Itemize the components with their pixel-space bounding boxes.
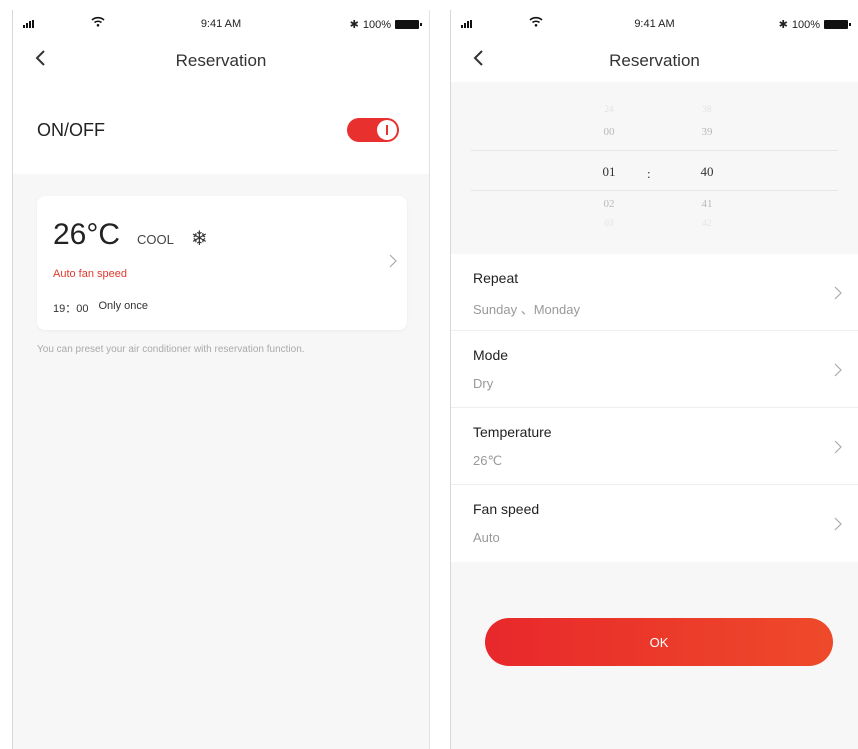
power-row: ON/OFF	[13, 82, 429, 174]
chevron-right-icon	[389, 254, 397, 273]
card-time: 19：00	[53, 303, 89, 315]
hour-option[interactable]: 24	[589, 104, 629, 114]
chevron-right-icon	[834, 286, 842, 305]
battery-icon	[395, 20, 422, 29]
settings-list: Repeat Sunday 、Monday Mode Dry Temperatu…	[451, 254, 858, 562]
setting-value: Sunday 、Monday	[473, 302, 580, 317]
power-label: ON/OFF	[37, 120, 105, 140]
repeat-row[interactable]: Repeat Sunday 、Monday	[451, 254, 858, 331]
setting-label: Fan speed	[473, 501, 540, 517]
temperature-row[interactable]: Temperature 26℃	[451, 408, 858, 485]
minute-option[interactable]: 39	[687, 126, 727, 138]
hour-option[interactable]: 03	[589, 218, 629, 228]
battery-icon	[824, 20, 851, 29]
power-toggle[interactable]	[347, 118, 399, 142]
setting-value: 26℃	[473, 453, 503, 468]
reservation-card[interactable]: 26°C COOL ❄ Auto fan speed 19：00 Only on…	[37, 196, 407, 330]
reservation-hint: You can preset your air conditioner with…	[37, 344, 305, 355]
setting-value: Dry	[473, 376, 494, 391]
setting-label: Temperature	[473, 424, 552, 440]
battery-percent: 100%	[362, 18, 391, 31]
ok-button[interactable]: OK	[485, 618, 833, 666]
mode-row[interactable]: Mode Dry	[451, 331, 858, 408]
picker-divider	[471, 150, 838, 151]
hour-selected[interactable]: 01	[589, 164, 629, 180]
setting-label: Mode	[473, 347, 509, 363]
card-fan-speed: Auto fan speed	[53, 268, 128, 280]
nav-bar: Reservation	[13, 36, 429, 82]
card-mode: COOL	[137, 232, 174, 247]
toggle-knob	[377, 120, 397, 140]
bluetooth-icon: ✱	[349, 19, 359, 31]
setting-value: Auto	[473, 530, 500, 545]
minute-option[interactable]: 41	[687, 198, 727, 210]
time-picker[interactable]: 24 00 01 02 03 : 38 39 40 41 42	[451, 82, 858, 254]
status-bar: 9:41 AM ✱ 100%	[13, 10, 429, 36]
chevron-right-icon	[834, 440, 842, 459]
chevron-right-icon	[834, 363, 842, 382]
picker-divider	[471, 190, 838, 191]
nav-bar: Reservation	[451, 36, 858, 82]
page-title: Reservation	[609, 51, 700, 70]
time-separator: :	[647, 166, 651, 181]
hour-option[interactable]: 00	[589, 126, 629, 138]
status-bar: 9:41 AM ✱ 100%	[451, 10, 858, 36]
battery-percent: 100%	[791, 18, 820, 31]
page-title: Reservation	[175, 51, 267, 70]
fan-speed-row[interactable]: Fan speed Auto	[451, 485, 858, 562]
snowflake-icon: ❄	[191, 228, 208, 250]
hour-option[interactable]: 02	[589, 198, 629, 210]
minute-option[interactable]: 42	[687, 218, 727, 228]
chevron-right-icon	[834, 517, 842, 536]
setting-label: Repeat	[473, 270, 519, 286]
reservation-list-screen: 9:41 AM ✱ 100% Reservation ON/OFF 26°C C…	[12, 10, 430, 749]
card-repeat: Only once	[98, 300, 149, 312]
minute-selected[interactable]: 40	[687, 164, 727, 180]
bluetooth-icon: ✱	[778, 19, 788, 31]
reservation-edit-screen: 9:41 AM ✱ 100% Reservation 24 00 01 02 0…	[450, 10, 858, 749]
card-temperature: 26°C	[53, 218, 121, 251]
minute-option[interactable]: 38	[687, 104, 727, 114]
card-schedule: 19：00 Only once	[53, 300, 148, 316]
